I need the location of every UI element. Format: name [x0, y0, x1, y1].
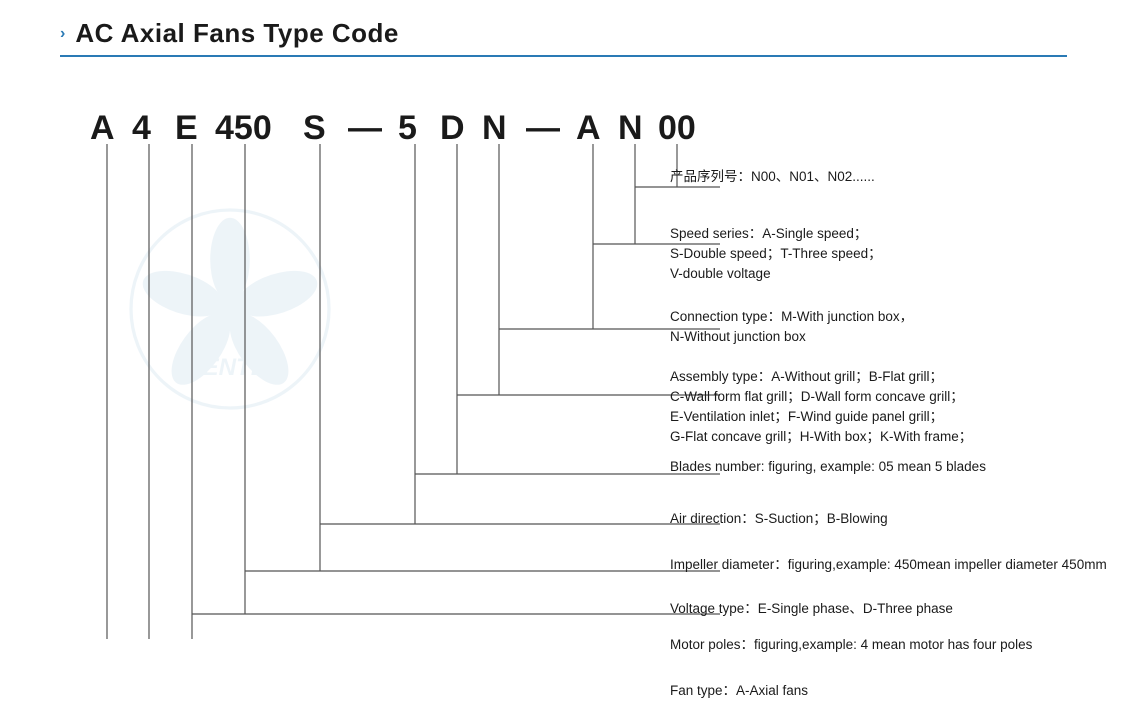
header-section: › AC Axial Fans Type Code [60, 18, 1067, 49]
impeller-diameter-label: Impeller diameter：figuring,example: 450m… [670, 555, 1107, 575]
fan-type-label: Fan type：A-Axial fans [670, 681, 808, 701]
code-N2: N [618, 109, 643, 147]
chevron-icon: › [60, 25, 65, 43]
air-direction-label: Air direction：S-Suction；B-Blowing [670, 509, 888, 529]
code-E: E [175, 109, 198, 147]
assembly-type-label: Assembly type：A-Without grill；B-Flat gri… [670, 367, 972, 448]
code-dash1: — [348, 109, 382, 147]
blades-number-label: Blades number: figuring, example: 05 mea… [670, 457, 986, 477]
code-N: N [482, 109, 507, 147]
code-450: 450 [215, 109, 272, 147]
code-D: D [440, 109, 465, 147]
code-dash2: — [526, 109, 560, 147]
code-S: S [303, 109, 326, 147]
voltage-type-label: Voltage type：E-Single phase、D-Three phas… [670, 599, 953, 619]
motor-poles-label: Motor poles：figuring,example: 4 mean mot… [670, 635, 1032, 655]
code-4: 4 [132, 109, 151, 147]
speed-series-label: Speed series：A-Single speed； S-Double sp… [670, 224, 882, 285]
code-A: A [90, 109, 115, 147]
code-00: 00 [658, 109, 696, 147]
diagram-area: VENTEI A 4 E 450 S — 5 D N — A N 00 [60, 79, 1067, 639]
code-A2: A [576, 109, 601, 147]
page-container: › AC Axial Fans Type Code VENTE [0, 0, 1127, 711]
product-series-label: 产品序列号：N00、N01、N02...... [670, 167, 875, 187]
connection-type-label: Connection type：M-With junction box， N-W… [670, 307, 913, 348]
code-5: 5 [398, 109, 417, 147]
page-title: AC Axial Fans Type Code [75, 18, 399, 49]
header-divider [60, 55, 1067, 57]
